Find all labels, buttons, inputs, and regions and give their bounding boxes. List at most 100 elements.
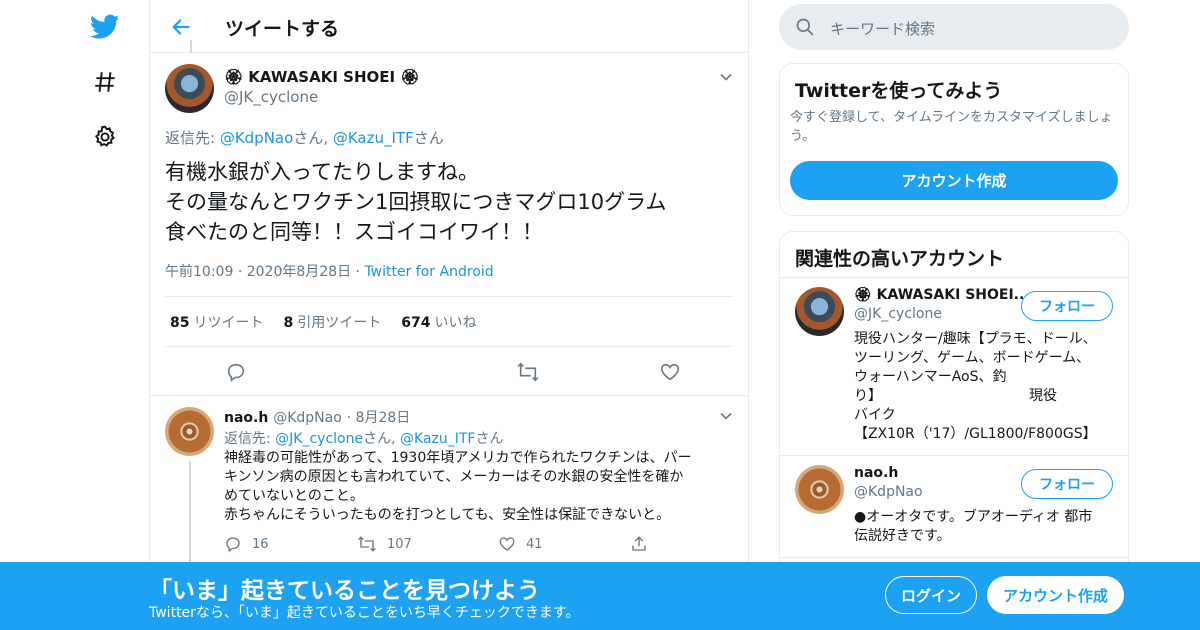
reply-count: 16: [252, 536, 269, 552]
reply-suffix: さん,: [293, 129, 333, 147]
chevron-down-icon[interactable]: [717, 68, 735, 86]
signup-card-title: Twitterを使ってみよう: [795, 80, 1003, 102]
tweet-time[interactable]: 午前10:09: [165, 264, 233, 280]
reply-tweet[interactable]: nao.h @KdpNao · 8月28日 返信先: @JK_cycloneさん…: [150, 395, 748, 571]
tweet-source-link[interactable]: Twitter for Android: [364, 264, 493, 280]
reply-suffix: さん,: [363, 431, 401, 447]
reply-prefix: 返信先:: [165, 129, 220, 147]
left-nav: [80, 0, 130, 630]
reply-action[interactable]: 16: [224, 535, 269, 553]
account-name[interactable]: 🏵 KAWASAKI SHOEI...: [854, 287, 1030, 303]
twitter-logo-icon[interactable]: [88, 10, 122, 44]
author-handle[interactable]: @KdpNao: [273, 410, 342, 426]
tweet-date[interactable]: · 8月28日: [347, 410, 411, 426]
bio-line: り】 現役: [854, 388, 1057, 404]
tweet-text-line: 食べたのと同等！！スゴイコイワイ！！: [165, 220, 543, 244]
reply-icon: [226, 537, 240, 553]
search-icon: [795, 17, 815, 37]
page-header: ツイートする: [150, 0, 748, 53]
bio-line: ●オーオタです。ブアオーディオ 都市: [854, 509, 1093, 525]
search-bar[interactable]: キーワード検索: [779, 4, 1129, 50]
tweet-actions: 16 107 41: [224, 535, 674, 555]
author-name[interactable]: 🏵 KAWASAKI SHOEI 🏵: [224, 68, 419, 86]
quote-count[interactable]: 8 引用ツイート: [283, 312, 381, 332]
share-action[interactable]: [630, 535, 648, 553]
retweet-action[interactable]: 107: [357, 535, 412, 553]
page-title: ツイートする: [225, 18, 340, 40]
signup-button[interactable]: アカウント作成: [987, 576, 1124, 614]
account-name[interactable]: nao.h: [854, 465, 898, 481]
tweet-actions: [165, 354, 820, 390]
thread-connector: [190, 40, 192, 53]
bio-line: ツーリング、ゲーム、ボードゲーム、: [854, 350, 1091, 366]
related-accounts-title: 関連性の高いアカウント: [795, 248, 1005, 270]
bio-line: 伝説好きです。: [854, 528, 951, 544]
quote-count-label: 引用ツイート: [297, 314, 382, 331]
signup-banner: 「いま」起きていることを見つけよう Twitterなら、「いま」起きていることを…: [0, 562, 1200, 630]
like-heart-icon[interactable]: [658, 360, 682, 384]
chevron-down-icon[interactable]: [717, 407, 735, 425]
like-count: 41: [526, 536, 543, 552]
mention-link[interactable]: @JK_cyclone: [275, 431, 363, 447]
retweet-count-label: リツイート: [193, 314, 264, 331]
avatar[interactable]: [165, 64, 214, 113]
retweet-icon: [358, 536, 376, 552]
separator: ·: [355, 264, 360, 280]
related-account[interactable]: nao.h @KdpNao フォロー ●オーオタです。ブアオーディオ 都市 伝説…: [780, 455, 1128, 555]
retweet-icon[interactable]: [516, 360, 540, 384]
bio-line: バイク: [854, 407, 896, 423]
reply-icon[interactable]: [224, 360, 248, 384]
avatar[interactable]: [795, 465, 844, 514]
author-handle[interactable]: @JK_cyclone: [224, 88, 318, 106]
tweet-text: 神経毒の可能性があって、1930年頃アメリカで作られたワクチンは、パー キンソン…: [224, 449, 724, 525]
tweet-date[interactable]: 2020年8月28日: [247, 264, 351, 280]
author-name[interactable]: nao.h: [224, 410, 268, 426]
reply-suffix: さん: [413, 129, 444, 147]
divider: [780, 557, 1128, 558]
account-handle[interactable]: @JK_cyclone: [854, 306, 942, 322]
bio-line: ウォーハンマーAoS、釣: [854, 369, 1007, 385]
reply-suffix: さん: [475, 431, 504, 447]
tweet-meta: 午前10:09 · 2020年8月28日 · Twitter for Andro…: [165, 261, 494, 281]
search-input[interactable]: キーワード検索: [830, 18, 935, 39]
tweet-stats: 85 リツイート 8 引用ツイート 674 いいね: [165, 296, 733, 347]
like-count-value: 674: [401, 314, 431, 331]
tweet-text-line: 神経毒の可能性があって、1930年頃アメリカで作られたワクチンは、パー: [224, 450, 692, 466]
login-button[interactable]: ログイン: [885, 576, 977, 614]
signup-card: Twitterを使ってみよう 今すぐ登録して、タイムラインをカスタマイズしましょ…: [779, 63, 1129, 216]
share-icon: [632, 536, 646, 551]
account-bio: ●オーオタです。ブアオーディオ 都市 伝説好きです。: [854, 508, 1116, 546]
settings-gear-icon[interactable]: [88, 120, 122, 154]
tweet-text-line: めていないとのこと。: [224, 488, 364, 504]
tweet-text-line: キンソン病の原因とも言われていて、メーカーはその水銀の安全性を確か: [224, 469, 684, 485]
retweet-count[interactable]: 85 リツイート: [170, 312, 263, 332]
tweet-text-line: 有機水銀が入ってたりしますね。: [165, 160, 479, 184]
mention-link[interactable]: @KdpNao: [220, 129, 293, 147]
account-bio: 現役ハンター/趣味【プラモ、ドール、 ツーリング、ゲーム、ボードゲーム、 ウォー…: [854, 330, 1116, 444]
follow-button[interactable]: フォロー: [1021, 291, 1113, 321]
tweet-text: 有機水銀が入ってたりしますね。 その量なんとワクチン1回摂取につきマグロ10グラ…: [165, 157, 735, 247]
signup-card-desc: 今すぐ登録して、タイムラインをカスタマイズしましょう。: [790, 110, 1113, 144]
hashtag-icon[interactable]: [88, 65, 122, 99]
account-handle[interactable]: @KdpNao: [854, 484, 923, 500]
back-arrow-icon[interactable]: [168, 14, 194, 40]
avatar[interactable]: [795, 287, 844, 336]
thread-line: [189, 461, 191, 571]
banner-subtitle: Twitterなら、「いま」起きていることをいち早くチェックできます。: [149, 605, 580, 621]
like-heart-icon: [499, 537, 515, 551]
retweet-count-value: 85: [170, 314, 190, 331]
like-count[interactable]: 674 いいね: [401, 312, 476, 332]
create-account-button[interactable]: アカウント作成: [790, 161, 1118, 200]
retweet-count: 107: [387, 536, 412, 552]
mention-link[interactable]: @Kazu_ITF: [400, 431, 475, 447]
mention-link[interactable]: @Kazu_ITF: [333, 129, 414, 147]
tweet-text-line: その量なんとワクチン1回摂取につきマグロ10グラム: [165, 190, 667, 214]
like-action[interactable]: 41: [498, 535, 543, 553]
main-column: ツイートする 🏵 KAWASAKI SHOEI 🏵 @JK_cyclone 返信…: [149, 0, 820, 630]
bio-line: 現役ハンター/趣味【プラモ、ドール、: [854, 331, 1097, 347]
related-account[interactable]: 🏵 KAWASAKI SHOEI... @JK_cyclone フォロー 現役ハ…: [780, 277, 1128, 455]
avatar[interactable]: [165, 407, 214, 456]
reply-context: 返信先: @JK_cycloneさん, @Kazu_ITFさん: [224, 428, 503, 448]
follow-button[interactable]: フォロー: [1021, 469, 1113, 499]
tweet-text-line: 赤ちゃんにそういったものを打つとしても、安全性は保証できないと。: [224, 507, 671, 523]
